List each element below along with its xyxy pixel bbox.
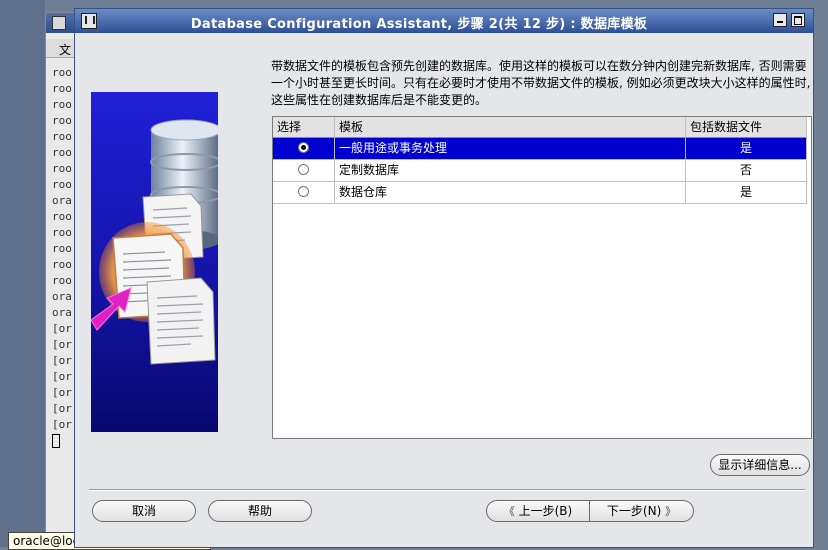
- show-details-button[interactable]: 显示详细信息...: [710, 454, 810, 476]
- terminal-line: [or: [52, 418, 72, 431]
- terminal-line: roo: [52, 146, 72, 159]
- dialog-title: Database Configuration Assistant, 步骤 2(共…: [190, 17, 648, 32]
- terminal-line: roo: [52, 258, 72, 271]
- table-row[interactable]: 定制数据库 否: [273, 160, 807, 182]
- radio-button[interactable]: [298, 164, 309, 175]
- terminal-line: roo: [52, 114, 72, 127]
- minimize-button[interactable]: [773, 13, 787, 27]
- column-header-includes-datafiles[interactable]: 包括数据文件: [686, 117, 807, 138]
- chevron-left-icon: 《: [503, 505, 515, 518]
- terminal-line: roo: [52, 98, 72, 111]
- dialog-titlebar[interactable]: Database Configuration Assistant, 步骤 2(共…: [75, 9, 813, 33]
- row-select-cell[interactable]: [273, 182, 335, 204]
- table-row[interactable]: 数据仓库 是: [273, 182, 807, 204]
- column-header-template[interactable]: 模板: [335, 117, 686, 138]
- template-name-cell[interactable]: 一般用途或事务处理: [335, 138, 686, 160]
- terminal-line: roo: [52, 242, 72, 255]
- terminal-line: [or: [52, 370, 72, 383]
- database-documents-illustration: [91, 119, 218, 365]
- back-button[interactable]: 《 上一步(B): [486, 500, 590, 522]
- terminal-line: roo: [52, 162, 72, 175]
- terminal-output: roo roo roo roo roo roo roo roo ora roo …: [52, 65, 72, 449]
- includes-datafiles-cell: 是: [686, 138, 807, 160]
- terminal-line: [or: [52, 338, 72, 351]
- includes-datafiles-cell: 否: [686, 160, 807, 182]
- table-row[interactable]: 一般用途或事务处理 是: [273, 138, 807, 160]
- terminal-line: ora: [52, 194, 72, 207]
- terminal-line: roo: [52, 226, 72, 239]
- template-name-cell[interactable]: 定制数据库: [335, 160, 686, 182]
- back-button-label: 上一步(B): [518, 504, 573, 518]
- template-description: 带数据文件的模板包含预先创建的数据库。使用这样的模板可以在数分钟内创建完新数据库…: [271, 59, 811, 107]
- template-table[interactable]: 选择 模板 包括数据文件 一般用途或事务处理 是 定制数据库 否 数据仓库 是: [272, 116, 812, 439]
- terminal-line: roo: [52, 210, 72, 223]
- desktop-background: [0, 0, 45, 547]
- column-header-select[interactable]: 选择: [273, 117, 335, 138]
- terminal-line: [or: [52, 386, 72, 399]
- next-button[interactable]: 下一步(N) 》: [590, 500, 694, 522]
- dbca-dialog: Database Configuration Assistant, 步骤 2(共…: [74, 8, 814, 548]
- terminal-line: ora: [52, 290, 72, 303]
- wizard-illustration: [91, 92, 218, 432]
- terminal-line: [or: [52, 354, 72, 367]
- template-name-cell[interactable]: 数据仓库: [335, 182, 686, 204]
- terminal-line: roo: [52, 274, 72, 287]
- next-button-label: 下一步(N): [606, 504, 662, 518]
- maximize-button[interactable]: [791, 13, 805, 27]
- terminal-cursor: [52, 434, 60, 448]
- row-select-cell[interactable]: [273, 160, 335, 182]
- terminal-line: roo: [52, 66, 72, 79]
- chevron-right-icon: 》: [665, 505, 677, 518]
- cancel-button[interactable]: 取消: [92, 500, 196, 522]
- terminal-line: ora: [52, 306, 72, 319]
- terminal-line: roo: [52, 82, 72, 95]
- terminal-line: roo: [52, 178, 72, 191]
- radio-button-selected[interactable]: [298, 142, 309, 153]
- includes-datafiles-cell: 是: [686, 182, 807, 204]
- button-separator: [89, 489, 805, 491]
- help-button[interactable]: 帮助: [208, 500, 312, 522]
- terminal-line: [or: [52, 322, 72, 335]
- terminal-line: roo: [52, 130, 72, 143]
- terminal-icon: [52, 16, 66, 30]
- terminal-line: [52, 433, 72, 449]
- terminal-menu-file[interactable]: 文: [59, 41, 71, 58]
- terminal-line: [or: [52, 402, 72, 415]
- radio-button[interactable]: [298, 186, 309, 197]
- row-select-cell[interactable]: [273, 138, 335, 160]
